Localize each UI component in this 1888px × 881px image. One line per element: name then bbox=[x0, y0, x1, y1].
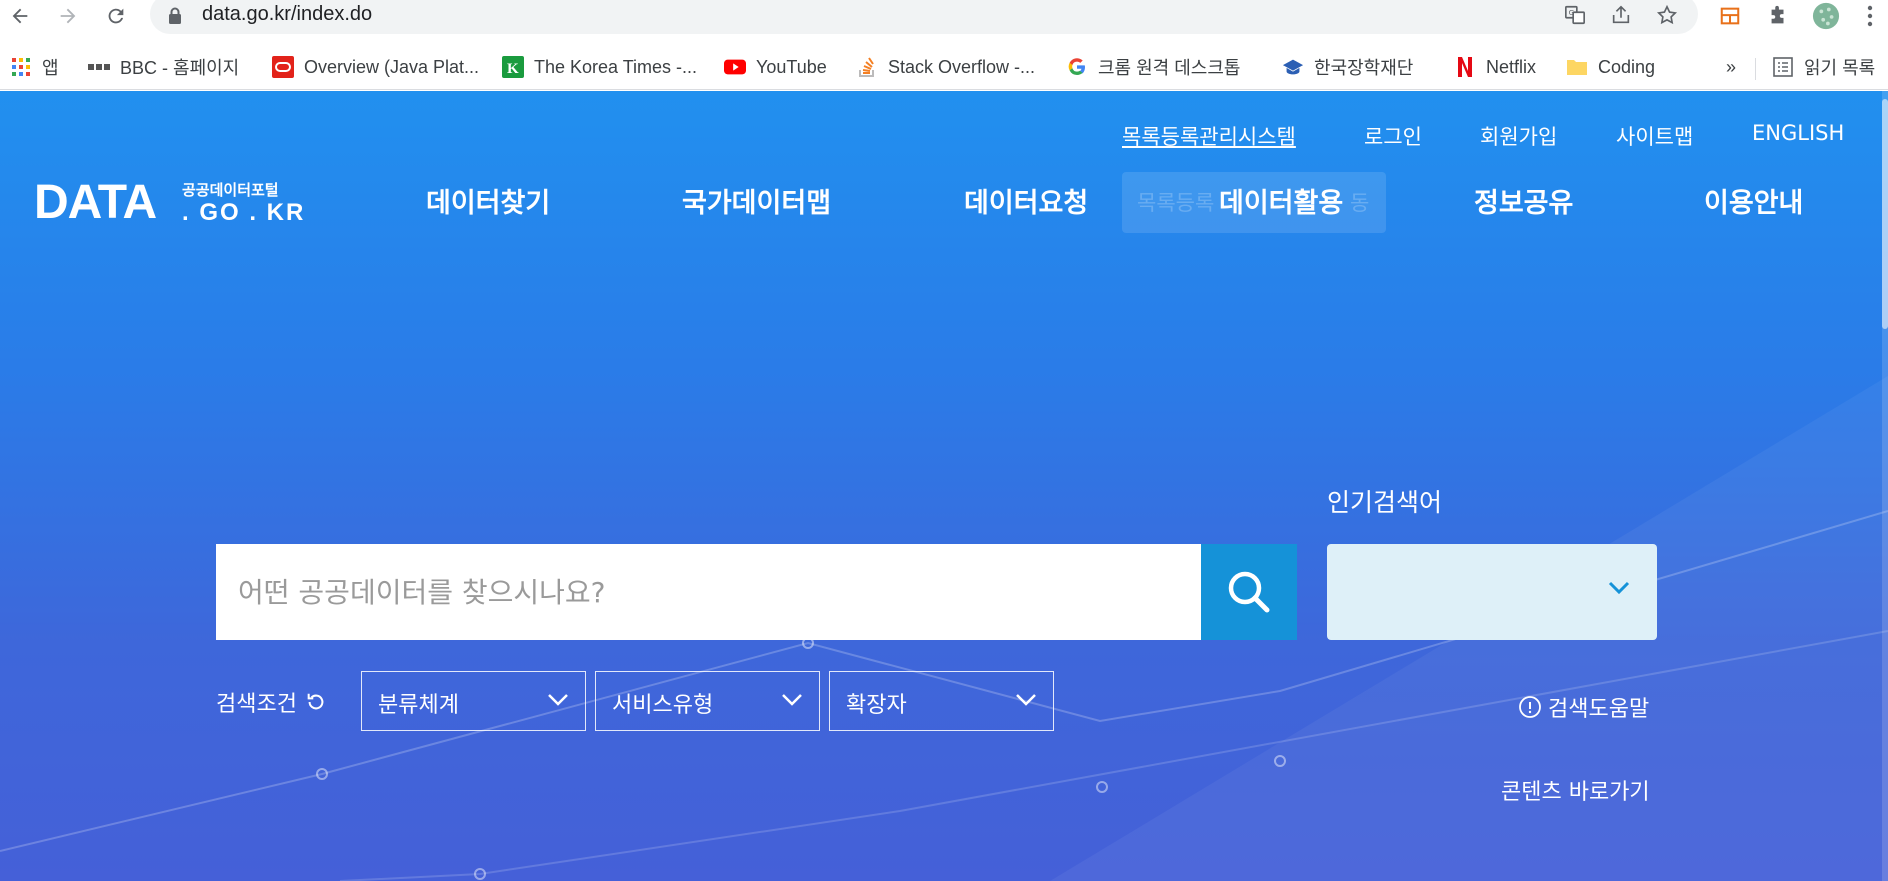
bookmark-netflix[interactable]: Netflix bbox=[1454, 50, 1536, 84]
search-icon bbox=[1228, 571, 1270, 613]
svg-text:K: K bbox=[507, 61, 519, 77]
link-catalog-system[interactable]: 목록등록관리시스템 bbox=[1122, 121, 1296, 151]
filter-label: 확장자 bbox=[846, 693, 907, 718]
nav-guide[interactable]: 이용안내 bbox=[1704, 181, 1803, 220]
bookmark-apps[interactable]: 앱 bbox=[10, 50, 59, 84]
bookmark-scholarship[interactable]: 한국장학재단 bbox=[1282, 50, 1413, 84]
url-text[interactable]: data.go.kr/index.do bbox=[202, 3, 372, 26]
filter-label: 서비스유형 bbox=[612, 693, 714, 718]
netflix-icon bbox=[1454, 56, 1476, 78]
chevron-down-icon bbox=[548, 694, 568, 706]
content-shortcut-link[interactable]: 콘텐츠 바로가기 bbox=[1501, 774, 1650, 806]
korea-times-icon: K bbox=[502, 56, 524, 78]
reading-list-label: 읽기 목록 bbox=[1804, 58, 1876, 78]
chevron-down-icon bbox=[782, 694, 802, 706]
chevron-down-icon bbox=[1608, 581, 1630, 595]
filter-service-type-dropdown[interactable]: 서비스유형 bbox=[595, 671, 820, 731]
menu-kebab-icon[interactable] bbox=[1856, 2, 1884, 30]
filter-extension-dropdown[interactable]: 확장자 bbox=[829, 671, 1054, 731]
bookmark-label: Stack Overflow -... bbox=[888, 56, 1036, 77]
svg-text:G: G bbox=[1569, 8, 1575, 17]
forward-icon[interactable] bbox=[54, 2, 82, 30]
nav-data-request[interactable]: 데이터요청 bbox=[964, 181, 1088, 220]
bookmark-label: 크롬 원격 데스크톱 bbox=[1098, 58, 1241, 78]
reset-icon[interactable] bbox=[305, 691, 327, 713]
search-conditions-text: 검색조건 bbox=[216, 692, 297, 717]
graduation-cap-icon bbox=[1282, 56, 1304, 78]
logo-sub-text: 공공데이터포털 bbox=[182, 181, 279, 199]
search-conditions-label: 검색조건 bbox=[216, 686, 327, 718]
google-icon bbox=[1066, 56, 1088, 78]
bookmark-label: 앱 bbox=[42, 58, 59, 78]
bookmark-label: YouTube bbox=[756, 56, 827, 77]
bookmark-label: BBC - 홈페이지 bbox=[120, 58, 240, 78]
bookmark-korea-times[interactable]: K The Korea Times -... bbox=[502, 50, 697, 84]
info-icon bbox=[1519, 696, 1541, 718]
bookmark-bbc[interactable]: BBC - 홈페이지 bbox=[88, 50, 239, 84]
reading-list-button[interactable]: 읽기 목록 bbox=[1772, 50, 1875, 84]
stack-overflow-icon bbox=[856, 56, 878, 78]
search-help-text: 검색도움말 bbox=[1548, 697, 1650, 722]
bookmark-label: 한국장학재단 bbox=[1314, 58, 1414, 78]
reading-list-icon bbox=[1772, 56, 1794, 78]
bookmark-chrome-remote[interactable]: 크롬 원격 데스크톱 bbox=[1066, 50, 1240, 84]
bookmark-coding[interactable]: Coding bbox=[1566, 50, 1655, 84]
share-icon[interactable] bbox=[1608, 2, 1634, 28]
lock-icon bbox=[168, 7, 182, 29]
nav-national-data-map[interactable]: 국가데이터맵 bbox=[682, 181, 831, 220]
link-english[interactable]: ENGLISH bbox=[1752, 121, 1844, 145]
folder-icon bbox=[1566, 56, 1588, 78]
scrollbar-track[interactable] bbox=[1882, 91, 1888, 881]
profile-avatar[interactable] bbox=[1812, 2, 1840, 30]
chevron-down-icon bbox=[1016, 694, 1036, 706]
nav-data-usage[interactable]: 데이터활용 bbox=[1219, 181, 1343, 220]
popular-keywords-dropdown[interactable] bbox=[1327, 544, 1657, 640]
link-signup[interactable]: 회원가입 bbox=[1480, 121, 1557, 151]
scrollbar-thumb[interactable] bbox=[1882, 99, 1888, 329]
back-icon[interactable] bbox=[6, 2, 34, 30]
search-box bbox=[216, 544, 1201, 640]
apps-grid-icon bbox=[10, 56, 32, 78]
search-button[interactable] bbox=[1201, 544, 1297, 640]
filter-label: 분류체계 bbox=[378, 693, 459, 718]
reload-icon[interactable] bbox=[102, 2, 130, 30]
filter-category-dropdown[interactable]: 분류체계 bbox=[361, 671, 586, 731]
bookmark-youtube[interactable]: YouTube bbox=[724, 50, 827, 84]
link-login[interactable]: 로그인 bbox=[1364, 121, 1422, 151]
nav-info-share[interactable]: 정보공유 bbox=[1474, 181, 1573, 220]
nav-find-data[interactable]: 데이터찾기 bbox=[426, 181, 550, 220]
translate-icon[interactable]: G bbox=[1562, 2, 1588, 28]
nav-ghost-text: 목록등록 bbox=[1137, 191, 1215, 215]
bookmark-label: The Korea Times -... bbox=[534, 56, 698, 77]
bookmarks-bar: 앱 BBC - 홈페이지 Overview (Java Plat... K Th… bbox=[0, 44, 1888, 90]
search-input[interactable] bbox=[216, 544, 1201, 640]
logo-main-text: DATA bbox=[34, 176, 157, 229]
oracle-icon bbox=[272, 56, 294, 78]
browser-toolbar: data.go.kr/index.do G bbox=[0, 0, 1888, 34]
logo-domain-text: . GO . KR bbox=[182, 199, 306, 226]
chevron-double-right-icon: » bbox=[1726, 56, 1737, 77]
link-sitemap[interactable]: 사이트맵 bbox=[1616, 121, 1693, 151]
bookmarks-more-button[interactable]: » bbox=[1726, 50, 1736, 84]
site-logo[interactable]: DATA 공공데이터포털 . GO . KR bbox=[34, 175, 303, 235]
bookmark-java-overview[interactable]: Overview (Java Plat... bbox=[272, 50, 479, 84]
nav-ghost-text-right: 동 bbox=[1350, 191, 1370, 215]
extension-icon[interactable] bbox=[1716, 2, 1744, 30]
popular-keywords-label: 인기검색어 bbox=[1327, 488, 1443, 517]
bookmark-stack-overflow[interactable]: Stack Overflow -... bbox=[856, 50, 1035, 84]
bookmark-label: Overview (Java Plat... bbox=[304, 56, 480, 77]
search-help-link[interactable]: 검색도움말 bbox=[1518, 691, 1649, 723]
youtube-icon bbox=[724, 56, 746, 78]
bookmark-label: Netflix bbox=[1486, 56, 1537, 77]
puzzle-icon[interactable] bbox=[1764, 2, 1792, 30]
bbc-icon bbox=[88, 56, 110, 78]
bookmark-label: Coding bbox=[1598, 56, 1656, 77]
address-bar[interactable]: data.go.kr/index.do G bbox=[150, 0, 1698, 34]
star-icon[interactable] bbox=[1654, 2, 1680, 28]
bookmarks-divider bbox=[1755, 58, 1756, 80]
page-hero: 목록등록관리시스템 로그인 회원가입 사이트맵 ENGLISH DATA 공공데… bbox=[0, 91, 1888, 881]
